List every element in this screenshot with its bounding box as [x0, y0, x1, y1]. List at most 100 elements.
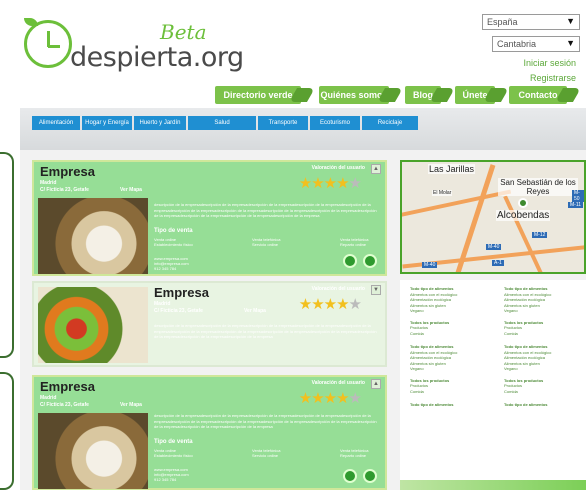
business-city: Madrid: [40, 180, 57, 186]
category-huerto-jardin[interactable]: Huerto y Jardín: [134, 116, 186, 130]
filter-checkbox[interactable]: Todo tipo de alimentos: [410, 402, 488, 408]
filter-option[interactable]: Comida: [410, 331, 488, 337]
view-map-link[interactable]: Ver Mapa: [120, 187, 142, 193]
eco-badges: [337, 254, 377, 273]
map-road: [402, 189, 512, 219]
rice-sack-image: [38, 198, 148, 274]
rating-stars[interactable]: ★★★★★: [299, 295, 362, 313]
category-reciclaje[interactable]: Reciclaje: [362, 116, 418, 130]
category-salud[interactable]: Salud: [188, 116, 256, 130]
left-bracket-top: [0, 152, 14, 358]
rating-stars[interactable]: ★★★★★: [299, 389, 362, 407]
business-city: Madrid: [40, 395, 57, 401]
service-col-3: Venta telefónica Reparto online: [340, 237, 368, 247]
filter-group: Todos los productos Productos Comida: [504, 320, 582, 337]
star-icon[interactable]: ★: [311, 296, 324, 313]
star-icon[interactable]: ★: [299, 296, 312, 313]
phone-number: 912 345 784: [154, 266, 177, 271]
collapse-icon[interactable]: ▲: [371, 379, 381, 389]
view-map-link[interactable]: Ver Mapa: [120, 402, 142, 408]
filter-group: Todo tipo de alimentos Alimentos con el …: [410, 344, 488, 372]
region-select-value: Cantabria: [497, 39, 537, 49]
star-icon[interactable]: ★: [311, 390, 324, 407]
service-item: Establecimiento físico: [154, 453, 193, 458]
filter-option[interactable]: Comida: [410, 389, 488, 395]
eco-badge-icon[interactable]: [343, 254, 357, 268]
star-empty-icon[interactable]: ★: [349, 296, 362, 313]
category-alimentacion[interactable]: Alimentación: [32, 116, 80, 130]
filter-group: Todos los productos Productos Comida: [410, 378, 488, 395]
road-sign: M-50: [572, 190, 584, 202]
filter-column-right: Todo tipo de alimentos Alimentos con el …: [504, 286, 582, 408]
nav-contacto[interactable]: Contacto: [509, 86, 567, 104]
chevron-down-icon: ▼: [566, 38, 575, 48]
expand-icon[interactable]: ▼: [371, 285, 381, 295]
site-header: despierta.org Beta España ▼ Cantabria ▼ …: [0, 0, 586, 110]
business-card[interactable]: Empresa Madrid C/ Ficticia 23, Getafe Ve…: [32, 160, 387, 276]
business-name[interactable]: Empresa: [40, 164, 95, 179]
filter-checkbox[interactable]: Todo tipo de alimentos: [504, 402, 582, 408]
business-contact: www.empresa.com info@empresa.com 912 345…: [154, 256, 189, 271]
star-icon[interactable]: ★: [336, 175, 349, 192]
road-sign: M-40: [422, 262, 438, 268]
business-name[interactable]: Empresa: [40, 379, 95, 394]
service-item: Reparto online: [340, 242, 367, 247]
business-card[interactable]: Empresa Madrid C/ Ficticia 23, Getafe Ve…: [32, 375, 387, 490]
map-marker-icon[interactable]: [518, 198, 528, 208]
service-col-2: Venta telefónica Servicio online: [252, 237, 280, 247]
eco-badge-icon[interactable]: [363, 469, 377, 483]
country-select[interactable]: España ▼: [482, 14, 580, 30]
region-select[interactable]: Cantabria ▼: [492, 36, 580, 52]
filter-option[interactable]: Vegano: [410, 366, 488, 372]
map-label: El Molar: [432, 190, 453, 196]
star-empty-icon[interactable]: ★: [349, 390, 362, 407]
filter-option[interactable]: Vegano: [504, 308, 582, 314]
road-sign: A-1: [492, 260, 504, 266]
register-link[interactable]: Registrarse: [530, 73, 576, 83]
business-address: C/ Ficticia 23, Getafe: [154, 308, 203, 314]
site-logo-text[interactable]: despierta.org: [70, 42, 244, 73]
filter-option[interactable]: Vegano: [504, 366, 582, 372]
star-icon[interactable]: ★: [324, 296, 337, 313]
vegetables-image: [38, 287, 148, 363]
eco-badge-icon[interactable]: [363, 254, 377, 268]
rating-label: Valoración del usuario: [311, 165, 365, 171]
rating-label: Valoración del usuario: [311, 286, 365, 292]
filter-panel: Todo tipo de alimentos Alimentos con el …: [400, 280, 586, 490]
map-label: Alcobendas: [496, 210, 551, 221]
location-map[interactable]: Las Jarillas San Sebastián de los Reyes …: [400, 160, 586, 274]
view-map-link[interactable]: Ver Mapa: [244, 308, 266, 314]
phone-number: 912 345 784: [154, 477, 177, 482]
star-icon[interactable]: ★: [336, 390, 349, 407]
category-transporte[interactable]: Transporte: [258, 116, 308, 130]
rating-label: Valoración del usuario: [311, 380, 365, 386]
business-name[interactable]: Empresa: [154, 285, 209, 300]
login-link[interactable]: Iniciar sesión: [523, 58, 576, 68]
star-icon[interactable]: ★: [299, 390, 312, 407]
nav-quienes-somos[interactable]: Quiénes somos: [319, 86, 389, 104]
service-item: Servicio online: [252, 242, 279, 247]
eco-badge-icon[interactable]: [343, 469, 357, 483]
filter-option[interactable]: Vegano: [410, 308, 488, 314]
nav-unete[interactable]: Únete: [455, 86, 495, 104]
category-hogar-energia[interactable]: Hogar y Energía: [82, 116, 132, 130]
filter-option[interactable]: Comida: [504, 389, 582, 395]
star-icon[interactable]: ★: [324, 390, 337, 407]
clock-leaf-logo-icon[interactable]: [24, 20, 72, 68]
star-icon[interactable]: ★: [311, 175, 324, 192]
nav-blog[interactable]: Blog: [405, 86, 441, 104]
star-icon[interactable]: ★: [324, 175, 337, 192]
business-description: descripción de la empresadescripción de …: [154, 323, 377, 339]
category-ecoturismo[interactable]: Ecoturismo: [310, 116, 360, 130]
collapse-icon[interactable]: ▲: [371, 164, 381, 174]
business-card[interactable]: Empresa Madrid C/ Ficticia 23, Getafe Ve…: [32, 281, 387, 367]
filter-option[interactable]: Comida: [504, 331, 582, 337]
star-icon[interactable]: ★: [299, 175, 312, 192]
star-empty-icon[interactable]: ★: [349, 175, 362, 192]
nav-directorio-verde[interactable]: Directorio verde: [215, 86, 301, 104]
road-sign: M-11: [568, 202, 584, 208]
beta-badge: Beta: [160, 20, 207, 44]
rating-stars[interactable]: ★★★★★: [299, 174, 362, 192]
star-icon[interactable]: ★: [336, 296, 349, 313]
business-address: C/ Ficticia 23, Getafe: [40, 187, 89, 193]
